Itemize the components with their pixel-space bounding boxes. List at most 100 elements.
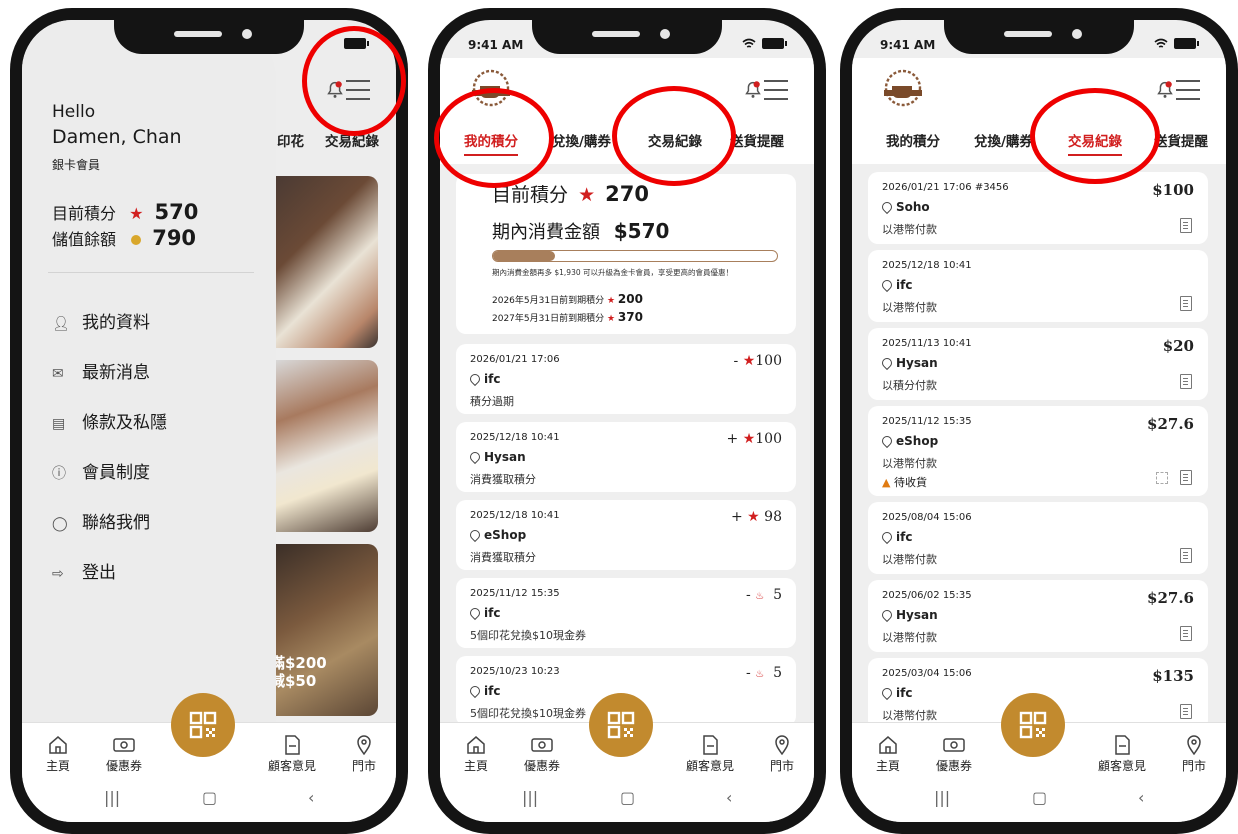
side-drawer: Hello Damen, Chan 銀卡會員 目前積分 ★ 570 儲值餘額 7…	[22, 20, 276, 750]
nav-stores[interactable]: 門市	[334, 735, 394, 774]
warning-icon: ▲	[882, 476, 891, 489]
back-icon[interactable]: ‹	[1138, 788, 1144, 807]
tab-stamps[interactable]: 印花	[277, 130, 304, 150]
document-icon: ▤	[52, 416, 66, 432]
header	[852, 58, 1226, 118]
nav-feedback[interactable]: 顧客意見	[262, 735, 322, 774]
transaction-row[interactable]: 2025/12/18 10:41 ifc 以港幣付款	[868, 250, 1208, 322]
bell-icon[interactable]	[742, 78, 764, 100]
nav-feedback[interactable]: 顧客意見	[680, 735, 740, 774]
tab-delivery[interactable]: 送貨提醒	[730, 130, 784, 150]
battery-icon	[762, 38, 787, 49]
user-name: Damen, Chan	[52, 126, 182, 148]
receipt-icon[interactable]	[1180, 296, 1192, 311]
promo-image-cookies[interactable]	[274, 176, 378, 348]
notch	[532, 20, 722, 54]
tab-redeem[interactable]: 兌換/購券	[552, 130, 611, 150]
delivery-status: ▲ 待收貨	[882, 476, 927, 489]
nav-home[interactable]: 主頁	[858, 735, 918, 774]
receipt-icon[interactable]	[1180, 704, 1192, 719]
nav-home[interactable]: 主頁	[28, 735, 88, 774]
transaction-row[interactable]: 2026/01/21 17:06 #3456 Soho 以港幣付款 $100	[868, 172, 1208, 244]
receipt-icon[interactable]	[1180, 548, 1192, 563]
back-icon[interactable]: ‹	[726, 788, 732, 807]
location-icon	[879, 685, 895, 701]
menu-membership[interactable]: ⓘ 會員制度	[52, 458, 150, 483]
menu-icon[interactable]	[1176, 80, 1202, 100]
star-icon: ★	[578, 184, 596, 206]
document-icon	[703, 735, 718, 755]
nav-home[interactable]: 主頁	[446, 735, 506, 774]
balance-summary: 儲值餘額 790	[52, 226, 196, 250]
points-history-row[interactable]: 2026/01/21 17:06 ifc 積分過期 - ★100	[456, 344, 796, 414]
nav-stores[interactable]: 門市	[1164, 735, 1224, 774]
transaction-row[interactable]: 2025/11/12 15:35 eShop 以港幣付款 $27.6 ▲ 待收貨	[868, 406, 1208, 496]
notch	[944, 20, 1134, 54]
location-icon	[775, 735, 789, 755]
transaction-row[interactable]: 2025/11/13 10:41 Hysan 以積分付款 $20	[868, 328, 1208, 400]
star-icon: ★	[129, 204, 144, 223]
receipt-icon[interactable]	[1180, 626, 1192, 641]
transaction-row[interactable]: 2025/06/02 15:35 Hysan 以港幣付款 $27.6	[868, 580, 1208, 652]
tab-delivery[interactable]: 送貨提醒	[1154, 130, 1208, 150]
transaction-row[interactable]: 2025/08/04 15:06 ifc 以港幣付款	[868, 502, 1208, 574]
qr-code-button[interactable]	[589, 693, 653, 757]
tab-redeem[interactable]: 兌換/購券	[974, 130, 1033, 150]
back-icon[interactable]: ‹	[308, 788, 314, 807]
highlight-ring-transactions-tab	[1030, 88, 1160, 184]
home-system-icon[interactable]: ▢	[202, 788, 217, 807]
promo-banner-coffee[interactable]: 滿$200 減$50	[270, 544, 378, 716]
promo-image-gift[interactable]	[274, 360, 378, 532]
recent-apps-icon[interactable]: |||	[104, 788, 120, 807]
bell-icon[interactable]	[1154, 78, 1176, 100]
nav-coupons[interactable]: 優惠券	[94, 735, 154, 774]
phone-transactions: 9:41 AM 我的積分 兌換/購券 交易紀錄 送貨提醒 2026/01/21 …	[840, 8, 1238, 834]
bottom-nav: 主頁 優惠券 顧客意見 門市 ||| ▢ ‹	[22, 693, 396, 822]
points-history-row[interactable]: 2025/12/18 10:41 Hysan 消費獲取積分 + ★100	[456, 422, 796, 492]
status-time: 9:41 AM	[880, 38, 936, 52]
menu-news[interactable]: ✉ 最新消息	[52, 358, 150, 383]
location-icon	[467, 683, 483, 699]
nav-coupons[interactable]: 優惠券	[924, 735, 984, 774]
qr-code-icon	[1019, 711, 1047, 739]
spend-line: 期內消費金額 $570	[492, 219, 670, 243]
greeting: Hello	[52, 102, 96, 122]
wifi-icon	[1154, 38, 1168, 48]
recent-apps-icon[interactable]: |||	[934, 788, 950, 807]
receipt-icon[interactable]	[1180, 470, 1192, 485]
menu-logout[interactable]: ⇨ 登出	[52, 558, 116, 583]
points-value: 270	[605, 182, 649, 206]
menu-terms[interactable]: ▤ 條款及私隱	[52, 408, 167, 433]
highlight-ring-points-tab	[434, 88, 554, 188]
recent-apps-icon[interactable]: |||	[522, 788, 538, 807]
nav-stores[interactable]: 門市	[752, 735, 812, 774]
battery-icon	[1174, 38, 1199, 49]
home-system-icon[interactable]: ▢	[620, 788, 635, 807]
receipt-icon[interactable]	[1180, 374, 1192, 389]
tab-points[interactable]: 我的積分	[886, 130, 940, 150]
menu-icon[interactable]	[764, 80, 790, 100]
qr-code-button[interactable]	[171, 693, 235, 757]
coffee-shop-logo[interactable]	[876, 68, 930, 108]
spend-value: $570	[613, 219, 670, 243]
document-icon	[285, 735, 300, 755]
expiry-line-1: 2026年5月31日前到期積分 ★ 200	[492, 292, 643, 306]
points-history-row[interactable]: 2025/11/12 15:35 ifc 5個印花兌換$10現金券 - ♨ 5	[456, 578, 796, 648]
wifi-icon	[742, 38, 756, 48]
notch	[114, 20, 304, 54]
receipt-icon[interactable]	[1180, 218, 1192, 233]
qr-code-button[interactable]	[1001, 693, 1065, 757]
home-icon	[49, 736, 67, 754]
menu-profile[interactable]: 👤︎ 我的資料	[52, 308, 150, 333]
menu-contact[interactable]: ◯ 聯絡我們	[52, 508, 150, 533]
screen: 印花 交易紀錄 滿$200 減$50 Hello Damen, Chan 銀卡會…	[22, 20, 396, 822]
qr-code-icon[interactable]	[1156, 472, 1168, 484]
location-icon	[357, 735, 371, 755]
points-summary-card: 目前積分 ★ 270 期內消費金額 $570 期內消費金額再多 $1,930 可…	[456, 174, 796, 334]
nav-coupons[interactable]: 優惠券	[512, 735, 572, 774]
nav-feedback[interactable]: 顧客意見	[1092, 735, 1152, 774]
home-system-icon[interactable]: ▢	[1032, 788, 1047, 807]
location-icon	[467, 527, 483, 543]
location-icon	[879, 433, 895, 449]
points-history-row[interactable]: 2025/12/18 10:41 eShop 消費獲取積分 + ★ 98	[456, 500, 796, 570]
